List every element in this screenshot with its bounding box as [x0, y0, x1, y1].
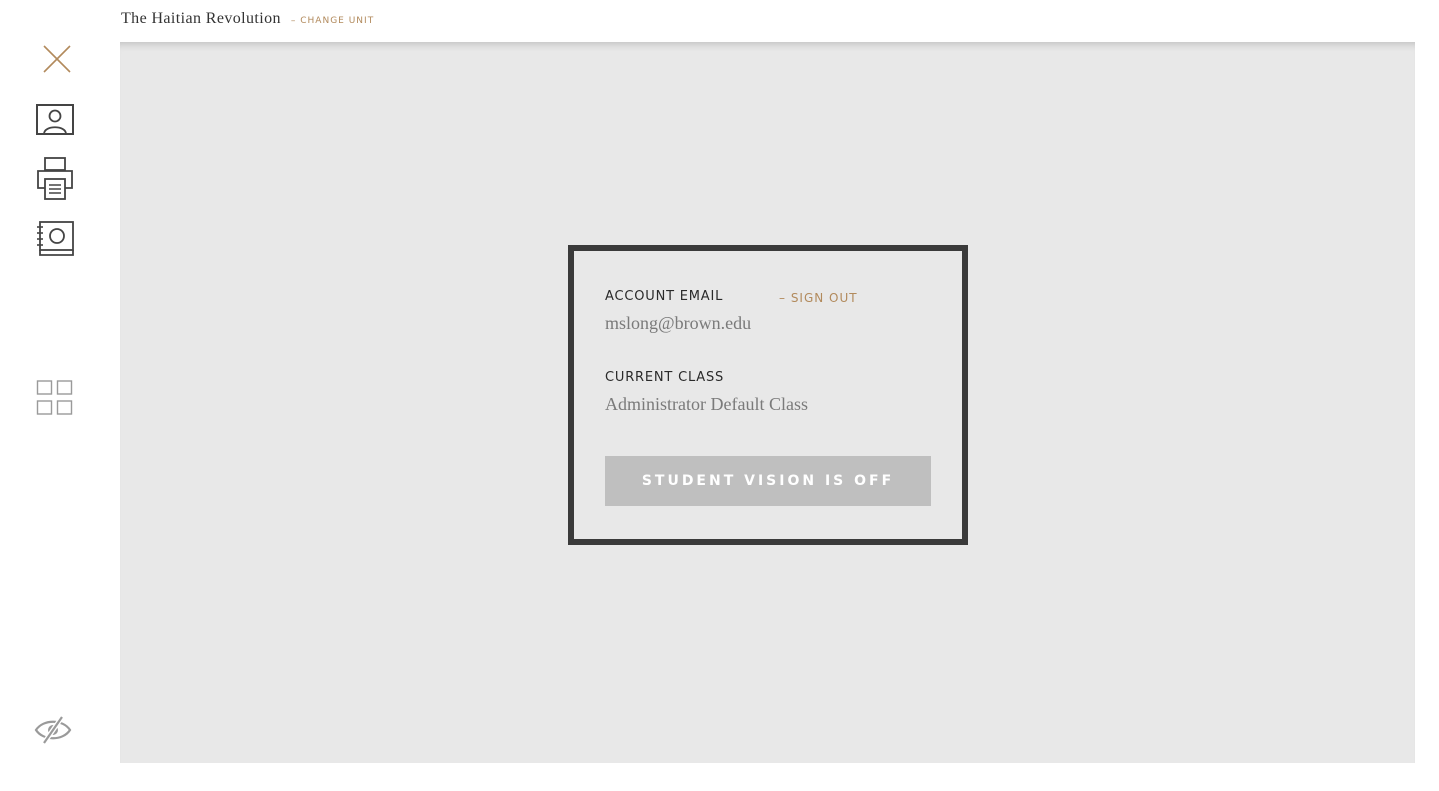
current-class-value: Administrator Default Class — [605, 394, 808, 414]
current-class-row: CURRENT CLASS — [605, 370, 724, 385]
account-panel: ACCOUNT EMAIL – SIGN OUT mslong@brown.ed… — [568, 245, 968, 545]
student-vision-toggle-button[interactable]: STUDENT VISION IS OFF — [605, 456, 931, 506]
change-unit-link[interactable]: – CHANGE UNIT — [291, 16, 374, 26]
close-icon[interactable] — [42, 44, 72, 74]
sign-out-link[interactable]: – SIGN OUT — [779, 291, 858, 305]
grid-view-icon[interactable] — [36, 380, 74, 416]
account-icon[interactable] — [35, 104, 75, 136]
current-class-label: CURRENT CLASS — [605, 370, 725, 385]
print-icon[interactable] — [35, 157, 75, 201]
account-email-row: ACCOUNT EMAIL — [605, 289, 723, 304]
unit-header: The Haitian Revolution – CHANGE UNIT — [121, 10, 374, 32]
notebook-icon[interactable] — [35, 221, 75, 259]
account-email-label: ACCOUNT EMAIL — [605, 289, 724, 304]
vision-off-icon[interactable] — [34, 714, 72, 746]
unit-title: The Haitian Revolution — [121, 10, 281, 27]
sidebar — [0, 0, 110, 791]
account-email-value: mslong@brown.edu — [605, 313, 752, 333]
